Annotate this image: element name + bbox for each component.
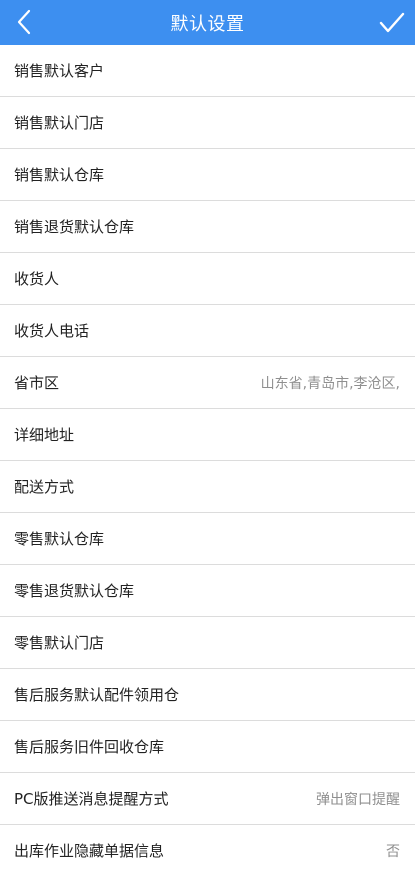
setting-row-sales-return-warehouse[interactable]: 销售退货默认仓库 xyxy=(0,201,415,253)
setting-row-pc-push-notification[interactable]: PC版推送消息提醒方式 弹出窗口提醒 xyxy=(0,773,415,825)
setting-label: 销售默认门店 xyxy=(14,114,105,132)
setting-row-aftersales-recycle-warehouse[interactable]: 售后服务旧件回收仓库 xyxy=(0,721,415,773)
page-title: 默认设置 xyxy=(170,13,245,35)
setting-label: 销售退货默认仓库 xyxy=(14,218,135,236)
setting-row-consignee-phone[interactable]: 收货人电话 xyxy=(0,305,415,357)
confirm-button[interactable] xyxy=(375,6,409,40)
settings-list: 销售默认客户 销售默认门店 销售默认仓库 销售退货默认仓库 收货人 收货人电话 … xyxy=(0,45,415,871)
setting-row-detailed-address[interactable]: 详细地址 xyxy=(0,409,415,461)
setting-label: 销售默认客户 xyxy=(14,62,105,80)
setting-row-aftersales-parts-warehouse[interactable]: 售后服务默认配件领用仓 xyxy=(0,669,415,721)
chevron-left-icon xyxy=(17,9,31,35)
setting-row-retail-return-warehouse[interactable]: 零售退货默认仓库 xyxy=(0,565,415,617)
setting-label: 零售退货默认仓库 xyxy=(14,582,135,600)
setting-row-sales-default-customer[interactable]: 销售默认客户 xyxy=(0,45,415,97)
setting-value: 弹出窗口提醒 xyxy=(316,791,400,808)
setting-label: 配送方式 xyxy=(14,478,75,496)
setting-row-retail-default-store[interactable]: 零售默认门店 xyxy=(0,617,415,669)
setting-row-region[interactable]: 省市区 山东省,青岛市,李沧区, xyxy=(0,357,415,409)
setting-label: 售后服务旧件回收仓库 xyxy=(14,738,165,756)
setting-label: 收货人电话 xyxy=(14,322,90,340)
setting-label: 收货人 xyxy=(14,270,60,288)
header-bar: 默认设置 xyxy=(0,0,415,45)
setting-row-sales-default-warehouse[interactable]: 销售默认仓库 xyxy=(0,149,415,201)
setting-label: 零售默认门店 xyxy=(14,634,105,652)
default-settings-screen: 默认设置 销售默认客户 销售默认门店 销售默认仓库 销售退货默认仓库 收货人 收… xyxy=(0,0,415,871)
setting-row-delivery-method[interactable]: 配送方式 xyxy=(0,461,415,513)
checkmark-icon xyxy=(379,12,405,33)
setting-label: 零售默认仓库 xyxy=(14,530,105,548)
setting-row-hide-document-info[interactable]: 出库作业隐藏单据信息 否 xyxy=(0,825,415,871)
setting-label: 省市区 xyxy=(14,374,60,392)
setting-label: 详细地址 xyxy=(14,426,75,444)
setting-row-consignee[interactable]: 收货人 xyxy=(0,253,415,305)
setting-row-retail-default-warehouse[interactable]: 零售默认仓库 xyxy=(0,513,415,565)
setting-label: 售后服务默认配件领用仓 xyxy=(14,686,180,704)
back-button[interactable] xyxy=(8,6,40,38)
setting-row-sales-default-store[interactable]: 销售默认门店 xyxy=(0,97,415,149)
setting-label: 销售默认仓库 xyxy=(14,166,105,184)
setting-value: 否 xyxy=(386,843,400,860)
setting-value: 山东省,青岛市,李沧区, xyxy=(260,375,400,392)
setting-label: PC版推送消息提醒方式 xyxy=(14,790,169,808)
setting-label: 出库作业隐藏单据信息 xyxy=(14,842,165,860)
